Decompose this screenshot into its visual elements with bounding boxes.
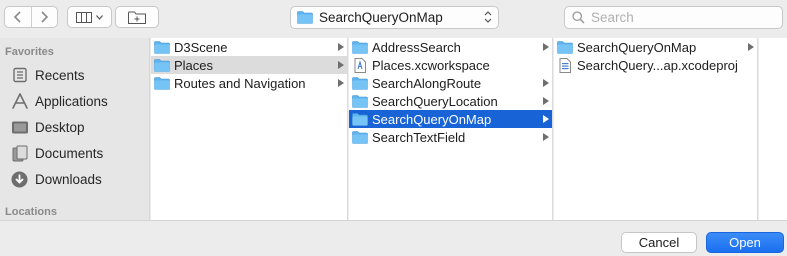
folder-icon bbox=[352, 94, 368, 108]
sidebar: Favorites Recents Applications Desktop D… bbox=[0, 38, 150, 220]
folder-icon bbox=[297, 11, 313, 24]
location-label: SearchQueryOnMap bbox=[319, 10, 443, 25]
locations-header: Locations bbox=[5, 206, 57, 218]
chevron-down-icon bbox=[96, 14, 103, 20]
toolbar: SearchQueryOnMap bbox=[0, 0, 787, 38]
chevron-right-icon bbox=[41, 11, 49, 23]
item-name: SearchQueryLocation bbox=[372, 93, 498, 109]
updown-chevron-icon bbox=[484, 11, 492, 23]
item-name: SearchTextField bbox=[372, 129, 466, 145]
folder-icon bbox=[557, 40, 573, 54]
item-name: Places.xcworkspace bbox=[372, 57, 490, 73]
view-mode-button[interactable] bbox=[67, 6, 112, 28]
disclosure-arrow-icon bbox=[338, 43, 344, 51]
disclosure-arrow-icon bbox=[543, 115, 549, 123]
forward-button[interactable] bbox=[30, 7, 58, 27]
sidebar-item-label: Recents bbox=[35, 67, 85, 83]
folder-icon bbox=[352, 112, 368, 126]
nav-buttons bbox=[4, 6, 58, 28]
list-item[interactable]: Places bbox=[151, 56, 347, 74]
browser-column-2: AddressSearch Places.xcworkspace SearchA… bbox=[349, 38, 553, 220]
list-item[interactable]: SearchQueryOnMap bbox=[554, 38, 757, 56]
sidebar-item-recents[interactable]: Recents bbox=[10, 63, 146, 87]
sidebar-item-documents[interactable]: Documents bbox=[10, 141, 146, 165]
xcodeproj-file-icon bbox=[559, 57, 571, 73]
cancel-button[interactable]: Cancel bbox=[621, 232, 697, 253]
list-item[interactable]: SearchQuery...ap.xcodeproj bbox=[554, 56, 757, 74]
recents-icon bbox=[10, 66, 29, 85]
sidebar-item-desktop[interactable]: Desktop bbox=[10, 115, 146, 139]
sidebar-item-label: Documents bbox=[35, 145, 104, 161]
item-name: Places bbox=[174, 57, 214, 73]
item-name: SearchQueryOnMap bbox=[372, 111, 492, 127]
list-item[interactable]: SearchQueryOnMap bbox=[349, 110, 552, 128]
desktop-icon bbox=[10, 118, 29, 137]
sidebar-item-label: Desktop bbox=[35, 119, 85, 135]
search-input[interactable] bbox=[591, 10, 771, 25]
list-item[interactable]: SearchAlongRoute bbox=[349, 74, 552, 92]
folder-icon bbox=[352, 40, 368, 54]
disclosure-arrow-icon bbox=[543, 43, 549, 51]
list-item[interactable]: Routes and Navigation bbox=[151, 74, 347, 92]
sidebar-item-applications[interactable]: Applications bbox=[10, 89, 146, 113]
back-button[interactable] bbox=[5, 7, 31, 27]
browser-column-3: SearchQueryOnMap SearchQuery...ap.xcodep… bbox=[554, 38, 758, 220]
dialog-footer: Cancel Open bbox=[0, 220, 787, 256]
folder-icon bbox=[352, 76, 368, 90]
downloads-icon bbox=[10, 170, 29, 189]
sidebar-item-label: Downloads bbox=[35, 171, 102, 187]
new-folder-icon bbox=[128, 11, 146, 24]
disclosure-arrow-icon bbox=[543, 133, 549, 141]
chevron-left-icon bbox=[13, 11, 21, 23]
list-item[interactable]: Places.xcworkspace bbox=[349, 56, 552, 74]
disclosure-arrow-icon bbox=[748, 43, 754, 51]
new-folder-button[interactable] bbox=[115, 6, 159, 28]
browser-column-1: D3Scene Places Routes and Navigation bbox=[151, 38, 348, 220]
list-item[interactable]: D3Scene bbox=[151, 38, 347, 56]
sidebar-item-downloads[interactable]: Downloads bbox=[10, 167, 146, 191]
item-name: SearchQueryOnMap bbox=[577, 39, 697, 55]
item-name: D3Scene bbox=[174, 39, 228, 55]
folder-icon bbox=[352, 130, 368, 144]
folder-icon bbox=[154, 58, 170, 72]
item-name: SearchAlongRoute bbox=[372, 75, 482, 91]
item-name: Routes and Navigation bbox=[174, 75, 306, 91]
search-field[interactable] bbox=[564, 6, 783, 29]
folder-icon bbox=[154, 76, 170, 90]
disclosure-arrow-icon bbox=[338, 61, 344, 69]
sidebar-item-label: Applications bbox=[35, 93, 108, 109]
item-name: SearchQuery...ap.xcodeproj bbox=[577, 57, 738, 73]
folder-icon bbox=[154, 40, 170, 54]
list-item[interactable]: SearchQueryLocation bbox=[349, 92, 552, 110]
documents-icon bbox=[10, 144, 29, 163]
applications-icon bbox=[10, 92, 29, 111]
column-view-icon bbox=[76, 11, 92, 23]
disclosure-arrow-icon bbox=[338, 79, 344, 87]
workspace-file-icon bbox=[354, 57, 366, 73]
disclosure-arrow-icon bbox=[543, 79, 549, 87]
item-name: AddressSearch bbox=[372, 39, 461, 55]
open-button[interactable]: Open bbox=[706, 232, 784, 253]
list-item[interactable]: AddressSearch bbox=[349, 38, 552, 56]
location-popup[interactable]: SearchQueryOnMap bbox=[290, 6, 499, 29]
search-icon bbox=[572, 11, 585, 24]
favorites-header: Favorites bbox=[5, 46, 54, 58]
disclosure-arrow-icon bbox=[543, 97, 549, 105]
list-item[interactable]: SearchTextField bbox=[349, 128, 552, 146]
browser-column-4 bbox=[759, 38, 787, 220]
